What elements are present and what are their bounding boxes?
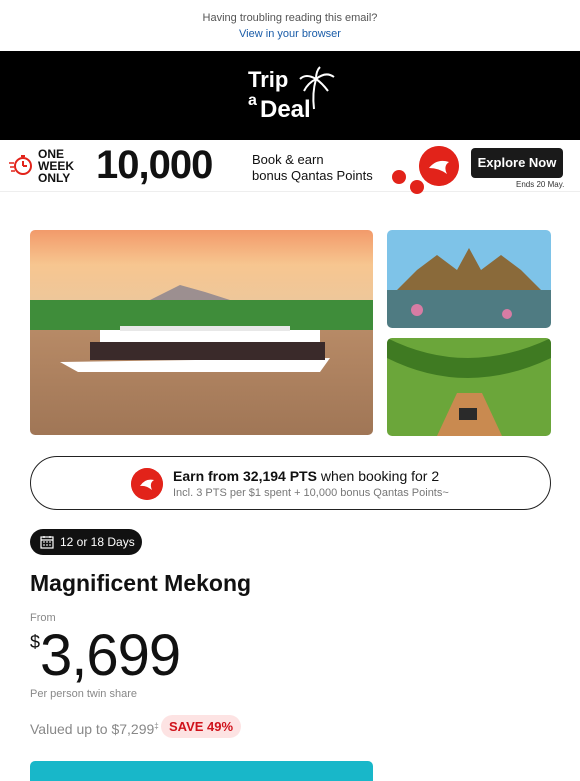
book-earn-text: Book & earn bonus Qantas Points (252, 152, 373, 183)
tripadeal-logo[interactable]: Trip a Deal (246, 65, 336, 125)
stopwatch-icon (9, 155, 32, 175)
view-deal-button[interactable] (30, 761, 373, 781)
bonus-points-number: 10,000 (96, 143, 213, 187)
angkor-wat-photo[interactable] (387, 230, 551, 328)
one-week-only-label: ONE WEEK ONLY (38, 147, 74, 185)
brand-header: Trip a Deal (0, 51, 580, 140)
preheader: Having troubling reading this email? Vie… (0, 0, 580, 51)
preheader-question: Having troubling reading this email? (202, 12, 378, 24)
promo-end-date: Ends 20 May. (516, 180, 565, 189)
river-cruise-photo[interactable] (30, 230, 373, 435)
earn-points-text: Earn from 32,194 PTS when booking for 2 (173, 468, 440, 484)
deal-title[interactable]: Magnificent Mekong (30, 570, 251, 597)
earn-points-detail: Incl. 3 PTS per $1 spent + 10,000 bonus … (173, 487, 449, 499)
qantas-points-badge (419, 146, 459, 186)
duration-text: 12 or 18 Days (60, 535, 135, 549)
qantas-earn-banner[interactable]: Earn from 32,194 PTS when booking for 2 … (30, 456, 551, 510)
duration-badge: 12 or 18 Days (30, 529, 142, 555)
cruise-boat (60, 326, 330, 372)
save-percent-badge: SAVE 49% (161, 715, 242, 738)
points-chip-icon (392, 170, 406, 184)
points-chip-icon (410, 180, 424, 194)
explore-now-button[interactable]: Explore Now (471, 148, 563, 178)
calendar-icon (40, 536, 54, 549)
view-in-browser-link[interactable]: View in your browser (0, 28, 580, 40)
qantas-kangaroo-icon (131, 468, 163, 500)
logo-a: a (248, 92, 257, 109)
mekong-canal-photo[interactable] (387, 338, 551, 436)
valued-up-to: Valued up to $7,299‡ (30, 721, 159, 737)
price-currency: $ (30, 632, 41, 652)
price-amount: 3,699 (40, 623, 181, 688)
per-person-label: Per person twin share (30, 688, 137, 700)
price: $3,699 (30, 622, 181, 689)
logo-deal: Deal (260, 96, 311, 123)
logo-trip: Trip (248, 67, 288, 92)
promo-banner[interactable]: ONE WEEK ONLY 10,000 Book & earn bonus Q… (0, 140, 580, 194)
